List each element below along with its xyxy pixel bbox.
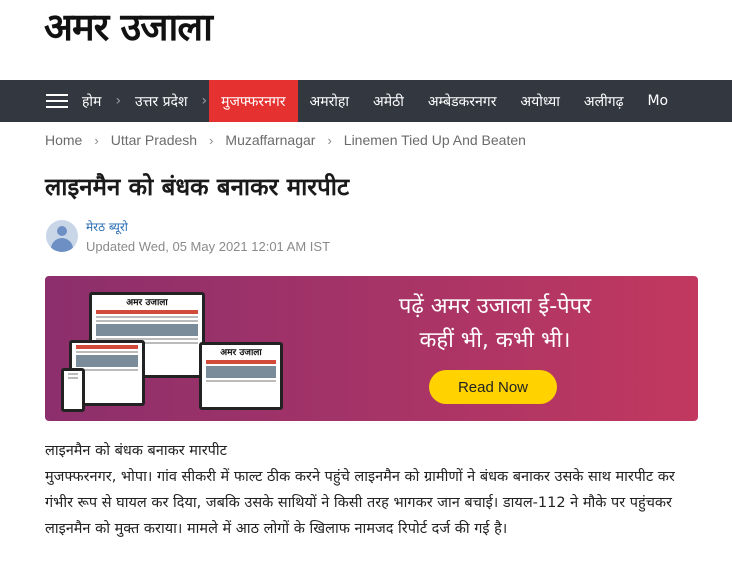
- breadcrumb-separator: ›: [327, 132, 332, 148]
- nav-item-ambedkarnagar[interactable]: अम्बेडकरनगर: [416, 80, 509, 122]
- hamburger-menu-icon[interactable]: [46, 94, 68, 108]
- banner-line-1: पढ़ें अमर उजाला ई-पेपर: [398, 294, 592, 319]
- article-paragraph: मुजफ्फरनगर, भोपा। गांव सीकरी में फाल्ट ठ…: [45, 469, 675, 537]
- article-subhead: लाइनमैन को बंधक बनाकर मारपीट: [45, 443, 227, 459]
- banner-line-2: कहीं भी, कभी भी।: [419, 328, 571, 353]
- devices-illustration: अमर उजाला अमर उजाला: [59, 290, 319, 412]
- nav-item-muzaffarnagar[interactable]: मुजफ्फरनगर: [209, 80, 298, 122]
- breadcrumb-separator: ›: [94, 132, 99, 148]
- phone-device-icon: [61, 368, 85, 412]
- nav-item-ayodhya[interactable]: अयोध्या: [508, 80, 571, 122]
- article-title: लाइनमैन को बंधक बनाकर मारपीट: [45, 173, 350, 201]
- nav-item-more[interactable]: Mo: [635, 80, 680, 122]
- laptop-device-icon: अमर उजाला: [199, 342, 283, 410]
- nav-item-amroha[interactable]: अमरोहा: [298, 80, 361, 122]
- byline: मेरठ ब्यूरो Updated Wed, 05 May 2021 12:…: [46, 218, 330, 254]
- updated-timestamp: Updated Wed, 05 May 2021 12:01 AM IST: [86, 239, 331, 254]
- breadcrumb: Home › Uttar Pradesh › Muzaffarnagar › L…: [45, 132, 526, 148]
- breadcrumb-uttar-pradesh[interactable]: Uttar Pradesh: [111, 132, 197, 148]
- breadcrumb-current: Linemen Tied Up And Beaten: [343, 132, 526, 148]
- author-name[interactable]: मेरठ ब्यूरो: [86, 218, 330, 235]
- breadcrumb-home[interactable]: Home: [45, 132, 82, 148]
- breadcrumb-separator: ›: [209, 132, 214, 148]
- epaper-banner[interactable]: अमर उजाला अमर उजाला पढ़ें अमर उजाला ई-पे…: [45, 276, 698, 421]
- breadcrumb-muzaffarnagar[interactable]: Muzaffarnagar: [225, 132, 315, 148]
- article-body: लाइनमैन को बंधक बनाकर मारपीट मुजफ्फरनगर,…: [45, 438, 695, 542]
- chevron-right-icon: ›: [115, 93, 122, 109]
- read-now-button[interactable]: Read Now: [429, 370, 557, 404]
- chevron-right-icon: ›: [201, 93, 208, 109]
- site-logo[interactable]: अमर उजाला: [44, 4, 213, 49]
- main-nav: होम › उत्तर प्रदेश › मुजफ्फरनगर अमरोहा अ…: [0, 80, 732, 122]
- nav-item-amethi[interactable]: अमेठी: [361, 80, 416, 122]
- nav-item-aligarh[interactable]: अलीगढ़: [572, 80, 636, 122]
- nav-item-uttar-pradesh[interactable]: उत्तर प्रदेश: [123, 80, 199, 122]
- nav-item-home[interactable]: होम: [82, 80, 113, 122]
- author-avatar-icon[interactable]: [46, 220, 78, 252]
- banner-headline: पढ़ें अमर उजाला ई-पेपर कहीं भी, कभी भी।: [330, 290, 660, 358]
